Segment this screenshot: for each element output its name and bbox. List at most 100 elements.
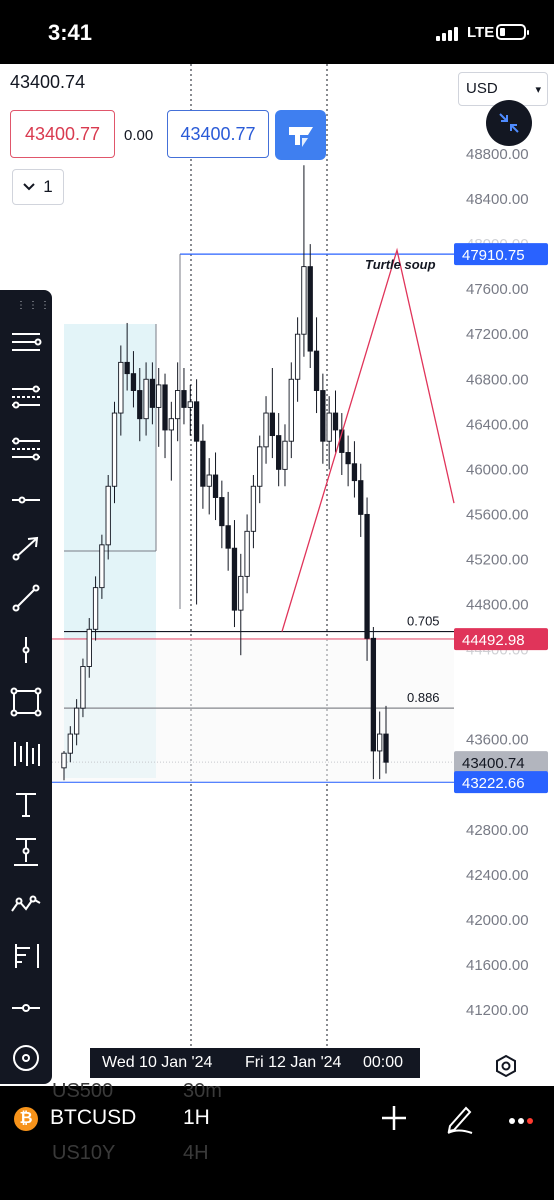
candle-body xyxy=(257,446,263,487)
collapse-button[interactable] xyxy=(486,100,532,146)
status-bar: 3:41 LTE xyxy=(0,0,554,64)
horizontal-ray-icon xyxy=(12,496,40,504)
candle-body xyxy=(99,544,105,589)
fib-channel-tool[interactable] xyxy=(2,428,50,472)
path-icon xyxy=(11,895,41,912)
turtle-soup-label: Turtle soup xyxy=(365,257,436,272)
candle-body xyxy=(118,361,124,414)
price-tick: 42800.00 xyxy=(466,822,529,839)
fib-705-label: 0.705 xyxy=(407,614,440,629)
spread-value: 0.00 xyxy=(124,127,154,144)
chevron-down-icon: ▾ xyxy=(535,84,541,96)
price-chart[interactable]: 0.705 0.886 Turtle soup 48800.00 48400.00 476… xyxy=(0,64,554,1086)
candle-body xyxy=(187,401,193,408)
price-tick: 46400.00 xyxy=(466,416,529,433)
buy-button[interactable]: 43400.77 xyxy=(167,110,269,158)
candle-body xyxy=(313,350,320,391)
candle-body xyxy=(238,575,244,611)
measure-tool[interactable] xyxy=(2,830,50,874)
candle-body xyxy=(231,547,238,611)
network-type: LTE xyxy=(467,24,495,41)
fib-channel-icon xyxy=(12,437,40,461)
candle-body xyxy=(282,440,288,470)
candle-body xyxy=(301,266,307,335)
plus-icon[interactable] xyxy=(380,1104,408,1132)
candle-body xyxy=(143,378,149,420)
price-badge-label: 44492.98 xyxy=(462,632,525,649)
candle-body xyxy=(206,474,212,487)
ghost-symbol-below: US10Y xyxy=(52,1142,116,1164)
fib-886-label: 0.886 xyxy=(407,690,440,705)
fib-lines-icon xyxy=(12,385,40,409)
ghost-interval-below: 4H xyxy=(183,1142,209,1164)
arrow-tool[interactable] xyxy=(2,526,50,570)
gann-tool[interactable] xyxy=(2,934,50,978)
candle-body xyxy=(61,752,67,769)
text-tool[interactable] xyxy=(2,782,50,826)
candle-body xyxy=(86,628,92,667)
candle-body xyxy=(105,485,111,546)
candle-body xyxy=(193,401,200,442)
candle-body xyxy=(294,333,301,380)
bars-pattern-tool[interactable] xyxy=(2,732,50,776)
cycle-tool[interactable] xyxy=(2,1036,50,1080)
interval-selector[interactable]: 1H xyxy=(183,1106,210,1130)
horizontal-ray-tool[interactable] xyxy=(2,478,50,522)
more-icon[interactable] xyxy=(508,1116,538,1126)
symbol-selector[interactable]: BTCUSD xyxy=(50,1106,136,1130)
time-axis: Wed 10 Jan '24 Fri 12 Jan '24 00:00 xyxy=(90,1048,420,1078)
quantity-selector[interactable]: 1 xyxy=(12,169,64,205)
settings-icon[interactable] xyxy=(494,1054,518,1078)
sell-button[interactable]: 43400.77 xyxy=(10,110,115,158)
tradingview-logo-button[interactable] xyxy=(275,110,326,160)
candle-body xyxy=(73,707,80,735)
vertical-line-tool[interactable] xyxy=(2,628,50,672)
candle-body xyxy=(326,412,332,442)
candle-body xyxy=(149,378,156,408)
rectangle-tool[interactable] xyxy=(2,680,50,724)
cycle-icon xyxy=(13,1045,39,1071)
price-badge-label: 47910.75 xyxy=(462,247,525,264)
path-tool[interactable] xyxy=(2,882,50,926)
candle-body xyxy=(124,361,130,375)
horizontal-lines-tool[interactable] xyxy=(2,320,50,364)
cross-line-icon xyxy=(12,1004,40,1012)
price-tick: 45200.00 xyxy=(466,551,529,568)
gann-icon xyxy=(15,944,39,968)
bars-pattern-icon xyxy=(14,742,40,766)
rectangle-icon xyxy=(10,687,42,717)
candle-body xyxy=(345,452,351,465)
drawing-toolbar: ⋮⋮⋮ xyxy=(0,290,52,1084)
cross-line-tool[interactable] xyxy=(2,986,50,1030)
trend-line-tool[interactable] xyxy=(2,576,50,620)
candle-body xyxy=(168,418,174,431)
time-label-midnight: 00:00 xyxy=(363,1054,404,1071)
candle-body xyxy=(332,412,339,431)
collapse-arrows-icon xyxy=(499,113,519,133)
price-tick: 44800.00 xyxy=(466,597,529,614)
price-tick: 46800.00 xyxy=(466,371,529,388)
candle-body xyxy=(307,266,313,352)
candle-body xyxy=(111,412,118,487)
price-badge-label: 43400.74 xyxy=(462,755,525,772)
text-icon xyxy=(16,793,36,817)
price-tick: 47600.00 xyxy=(466,281,529,298)
fib-retracement-tool[interactable] xyxy=(2,376,50,420)
price-tick: 41600.00 xyxy=(466,957,529,974)
price-tick: 46000.00 xyxy=(466,461,529,478)
candle-body xyxy=(200,440,206,487)
candle-body xyxy=(244,530,250,577)
candle-body xyxy=(364,513,370,639)
chart-area[interactable]: 0.705 0.886 Turtle soup 48800.00 48400.00 476… xyxy=(0,64,554,1086)
price-tick: 42000.00 xyxy=(466,912,529,929)
pen-icon[interactable] xyxy=(444,1102,474,1134)
drag-grip-icon[interactable]: ⋮⋮⋮ xyxy=(16,300,52,311)
candle-body xyxy=(288,378,294,442)
status-time: 3:41 xyxy=(48,20,93,45)
tradingview-logo-icon xyxy=(289,127,313,147)
price-tick: 42400.00 xyxy=(466,867,529,884)
candle-body xyxy=(130,373,137,391)
candle-body xyxy=(137,390,143,420)
buy-price: 43400.77 xyxy=(180,123,256,144)
candle-body xyxy=(377,733,383,752)
